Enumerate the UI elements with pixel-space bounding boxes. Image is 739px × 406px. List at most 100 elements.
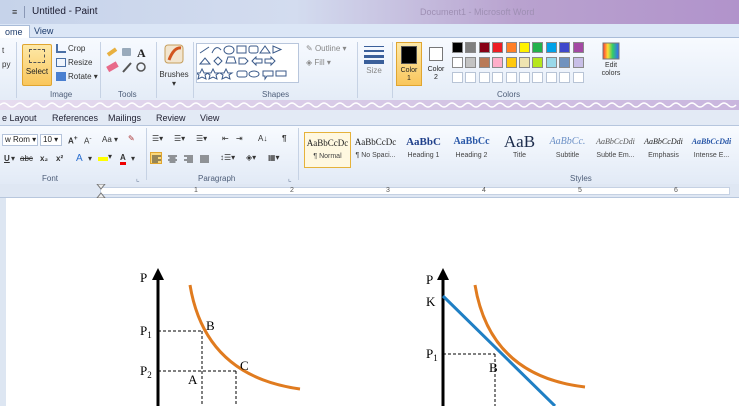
palette-swatch[interactable] (572, 57, 584, 68)
crop-button[interactable]: Crop (56, 44, 85, 54)
palette-swatch[interactable] (492, 72, 504, 83)
style-emphasis[interactable]: AaBbCcDdi Emphasis (640, 132, 687, 168)
quick-access-menu-icon[interactable]: ≡ (12, 7, 17, 17)
color2-button[interactable]: Color 2 (426, 42, 448, 86)
line-spacing-button[interactable]: ↕☰▾ (220, 153, 235, 162)
change-case-button[interactable]: Aa ▾ (102, 135, 118, 144)
font-color-dropdown-icon[interactable]: ▾ (131, 154, 135, 163)
grow-font-button[interactable]: A+ (68, 135, 78, 146)
font-dialog-launcher-icon[interactable]: ⌞ (136, 174, 140, 183)
left-p2-label: P2 (140, 363, 152, 380)
style-subtle-em[interactable]: AaBbCcDdi Subtle Em... (592, 132, 639, 168)
palette-swatch[interactable] (505, 57, 517, 68)
style-title[interactable]: AaB Title (496, 132, 543, 168)
palette-swatch[interactable] (572, 72, 584, 83)
highlight-icon[interactable]: ▾ (98, 152, 112, 161)
tab-view[interactable]: View (200, 113, 219, 123)
palette-swatch[interactable] (478, 57, 490, 68)
shapes-gallery[interactable] (194, 43, 299, 83)
copy-button-partial[interactable]: py (2, 60, 10, 69)
indent-marker-icon[interactable] (96, 184, 106, 198)
align-center-icon[interactable] (168, 155, 177, 163)
multilevel-list-button[interactable]: ☰▾ (196, 134, 207, 143)
color1-button[interactable]: Color 1 (396, 42, 422, 86)
palette-swatch[interactable] (505, 42, 517, 53)
brushes-button[interactable]: Brushes ▾ (158, 42, 190, 88)
justify-icon[interactable] (200, 155, 209, 163)
fill-dropdown[interactable]: ◈ Fill ▾ (306, 58, 331, 67)
palette-swatch[interactable] (492, 42, 504, 53)
separator (100, 42, 101, 98)
tab-review[interactable]: Review (156, 113, 186, 123)
left-point-c: C (240, 358, 249, 373)
underline-dropdown-icon[interactable]: ▾ (11, 154, 15, 163)
bullets-button[interactable]: ☰▾ (152, 134, 163, 143)
palette-swatch[interactable] (545, 42, 557, 53)
shading-button[interactable]: ◈▾ (246, 153, 256, 162)
increase-indent-button[interactable]: ⇥ (236, 134, 243, 143)
style-subtitle[interactable]: AaBbCc. Subtitle (544, 132, 591, 168)
strikethrough-button[interactable]: abc (20, 154, 33, 163)
palette-swatch[interactable] (572, 42, 584, 53)
tab-mailings[interactable]: Mailings (108, 113, 141, 123)
resize-button[interactable]: Resize (56, 58, 92, 68)
palette-swatch[interactable] (545, 72, 557, 83)
palette-swatch[interactable] (532, 57, 544, 68)
style-intense-e[interactable]: AaBbCcDdi Intense E... (688, 132, 735, 168)
palette-swatch[interactable] (519, 72, 530, 83)
text-effects-icon[interactable]: A (76, 153, 83, 164)
palette-swatch[interactable] (532, 72, 544, 83)
rotate-button[interactable]: Rotate ▾ (56, 72, 98, 82)
style-name: Emphasis (648, 152, 679, 159)
paragraph-dialog-launcher-icon[interactable]: ⌞ (288, 174, 292, 183)
palette-swatch[interactable] (465, 57, 477, 68)
outline-dropdown[interactable]: ✎ Outline ▾ (306, 44, 347, 53)
tab-view[interactable]: View (28, 25, 59, 38)
style-no-spaci[interactable]: AaBbCcDc ¶ No Spaci... (352, 132, 399, 168)
palette-swatch[interactable] (492, 57, 504, 68)
edit-colors-button[interactable]: Edit colors (598, 42, 624, 78)
palette-swatch[interactable] (559, 42, 571, 53)
palette-swatch[interactable] (519, 57, 530, 68)
palette-swatch[interactable] (505, 72, 517, 83)
style-name: Subtitle (555, 152, 580, 159)
decrease-indent-button[interactable]: ⇤ (222, 134, 229, 143)
clear-formatting-icon[interactable]: ✎ (128, 134, 135, 143)
superscript-button[interactable]: x² (56, 154, 63, 163)
palette-swatch[interactable] (478, 72, 490, 83)
size-button[interactable]: Size (360, 44, 388, 75)
style-heading-2[interactable]: AaBbCc Heading 2 (448, 132, 495, 168)
palette-swatch[interactable] (478, 42, 490, 53)
shrink-font-button[interactable]: A- (84, 135, 92, 146)
palette-swatch[interactable] (452, 72, 463, 83)
palette-swatch[interactable] (559, 57, 571, 68)
sort-button[interactable]: A↓ (258, 134, 267, 143)
palette-swatch[interactable] (559, 72, 571, 83)
text-icon: A (137, 46, 146, 60)
tab-page-layout[interactable]: e Layout (2, 113, 37, 123)
paste-button-partial[interactable]: t (2, 46, 4, 55)
palette-swatch[interactable] (545, 57, 557, 68)
palette-swatch[interactable] (532, 42, 544, 53)
style-heading-1[interactable]: AaBbC Heading 1 (400, 132, 447, 168)
tab-home[interactable]: ome (0, 25, 30, 38)
text-effects-dropdown-icon[interactable]: ▾ (88, 154, 92, 163)
style-normal[interactable]: AaBbCcDc ¶ Normal (304, 132, 351, 168)
font-color-icon[interactable]: A (120, 153, 126, 165)
subscript-button[interactable]: x₂ (40, 154, 48, 163)
tab-references[interactable]: References (52, 113, 98, 123)
palette-swatch[interactable] (465, 42, 477, 53)
palette-swatch[interactable] (519, 42, 530, 53)
select-button[interactable]: Select (22, 44, 52, 86)
tools-icons[interactable]: A (106, 46, 152, 78)
font-size-box[interactable]: 10 ▾ (40, 134, 62, 146)
numbering-button[interactable]: ☰▾ (174, 134, 185, 143)
show-formatting-button[interactable]: ¶ (282, 134, 286, 143)
underline-button[interactable]: U (4, 154, 10, 163)
palette-swatch[interactable] (452, 57, 463, 68)
palette-swatch[interactable] (452, 42, 463, 53)
font-name-box[interactable]: w Rom ▾ (2, 134, 38, 146)
align-right-icon[interactable] (184, 155, 193, 163)
borders-button[interactable]: ▦▾ (268, 153, 280, 162)
palette-swatch[interactable] (465, 72, 477, 83)
